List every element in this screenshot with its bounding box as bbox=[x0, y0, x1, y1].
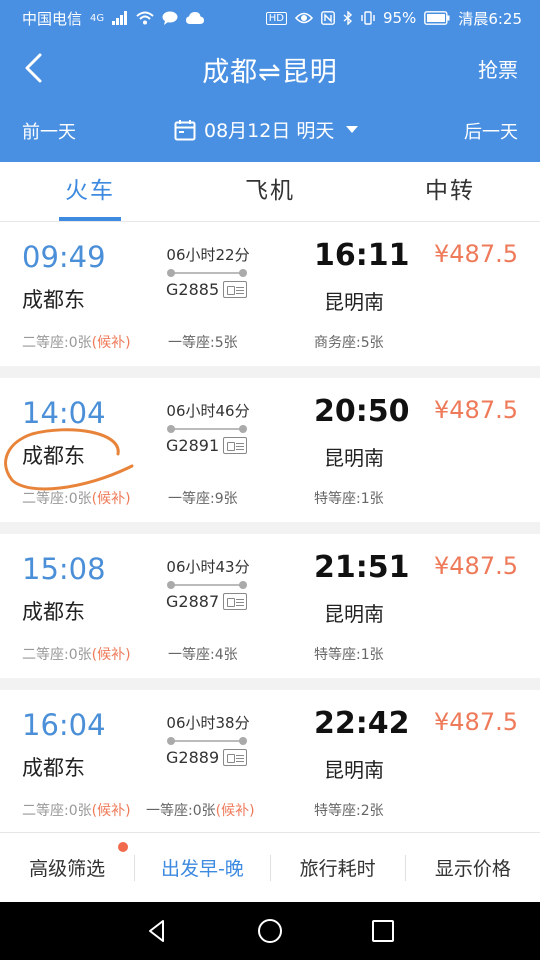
ticket-price: ¥487.5 bbox=[434, 240, 518, 268]
seat-second-class: 二等座:0张(候补) bbox=[22, 491, 131, 507]
id-card-icon bbox=[223, 593, 248, 610]
arrival-time: 20:50 bbox=[314, 394, 410, 429]
page-title: 成都⇌昆明 bbox=[202, 57, 338, 88]
seat-premium-class: 特等座:1张 bbox=[314, 647, 384, 663]
id-card-icon bbox=[223, 281, 248, 298]
seat-first-class: 一等座:5张 bbox=[168, 335, 238, 351]
seat-first-class: 一等座:0张(候补) bbox=[146, 803, 255, 819]
train-number: G2891 bbox=[166, 436, 248, 455]
id-card-icon bbox=[223, 437, 248, 454]
departure-station: 成都东 bbox=[22, 600, 85, 624]
train-card[interactable]: 16:04 成都东 06小时38分 G2889 22:42 昆明南 ¥487.5… bbox=[0, 690, 540, 834]
travel-duration: 06小时43分 bbox=[166, 558, 250, 576]
departure-station: 成都东 bbox=[22, 444, 85, 468]
signal-icon bbox=[112, 11, 128, 25]
ticket-price: ¥487.5 bbox=[434, 552, 518, 580]
seat-second-class: 二等座:0张(候补) bbox=[22, 803, 131, 819]
cloud-icon bbox=[186, 12, 205, 24]
train-number: G2889 bbox=[166, 748, 248, 767]
advanced-filter-button[interactable]: 高级筛选 bbox=[0, 842, 134, 881]
sort-departure-button[interactable]: 出发早-晚 bbox=[135, 854, 269, 881]
header: 成都⇌昆明 抢票 前一天 08月12日 明天 后一天 bbox=[0, 36, 540, 162]
departure-time: 16:04 bbox=[22, 708, 106, 742]
battery-percent: 95% bbox=[382, 9, 417, 27]
train-card[interactable]: 15:08 成都东 06小时43分 G2887 21:51 昆明南 ¥487.5… bbox=[0, 534, 540, 678]
seat-premium-class: 特等座:2张 bbox=[314, 803, 384, 819]
train-number: G2885 bbox=[166, 280, 248, 299]
arrival-time: 16:11 bbox=[314, 238, 410, 273]
hd-icon: HD bbox=[265, 11, 287, 25]
show-price-button[interactable]: 显示价格 bbox=[406, 854, 540, 881]
travel-duration: 06小时38分 bbox=[166, 714, 250, 732]
train-card[interactable]: 14:04 成都东 06小时46分 G2891 20:50 昆明南 ¥487.5… bbox=[0, 378, 540, 522]
network-type: 4G bbox=[90, 12, 105, 24]
route-line bbox=[167, 736, 247, 746]
status-bar: 中国电信 4G HD 95% 清晨6:25 bbox=[0, 0, 540, 36]
ticket-price: ¥487.5 bbox=[434, 708, 518, 736]
seat-premium-class: 特等座:1张 bbox=[314, 491, 384, 507]
seat-business-class: 商务座:5张 bbox=[314, 335, 384, 351]
carrier-name: 中国电信 bbox=[22, 9, 83, 28]
departure-station: 成都东 bbox=[22, 288, 85, 312]
train-card[interactable]: 09:49 成都东 06小时22分 G2885 16:11 昆明南 ¥487.5… bbox=[0, 222, 540, 366]
route-line bbox=[167, 268, 247, 278]
tab-train[interactable]: 火车 bbox=[0, 162, 180, 221]
seat-second-class: 二等座:0张(候补) bbox=[22, 647, 131, 663]
departure-station: 成都东 bbox=[22, 756, 85, 780]
calendar-icon bbox=[174, 119, 196, 140]
tab-transfer[interactable]: 中转 bbox=[360, 162, 540, 221]
seat-second-class: 二等座:0张(候补) bbox=[22, 335, 131, 351]
eye-icon bbox=[294, 12, 313, 24]
route-line bbox=[167, 424, 247, 434]
arrival-station: 昆明南 bbox=[324, 602, 384, 626]
tab-flight[interactable]: 飞机 bbox=[180, 162, 360, 221]
bluetooth-icon bbox=[343, 11, 352, 25]
nfc-icon bbox=[321, 11, 335, 25]
wifi-icon bbox=[136, 11, 154, 25]
transport-tabs: 火车 飞机 中转 bbox=[0, 162, 540, 222]
date-selector[interactable]: 08月12日 明天 bbox=[174, 116, 359, 143]
arrival-station: 昆明南 bbox=[324, 290, 384, 314]
travel-duration: 06小时22分 bbox=[166, 246, 250, 264]
ticket-price: ¥487.5 bbox=[434, 396, 518, 424]
vibrate-icon bbox=[361, 11, 375, 25]
travel-duration: 06小时46分 bbox=[166, 402, 250, 420]
departure-time: 14:04 bbox=[22, 396, 106, 430]
arrival-station: 昆明南 bbox=[324, 446, 384, 470]
system-nav-bar bbox=[0, 902, 540, 960]
seat-first-class: 一等座:4张 bbox=[168, 647, 238, 663]
next-day-button[interactable]: 后一天 bbox=[464, 118, 518, 144]
train-number-text: G2885 bbox=[166, 280, 220, 299]
home-circle-icon[interactable] bbox=[256, 917, 284, 945]
back-triangle-icon[interactable] bbox=[143, 917, 171, 945]
notification-dot bbox=[118, 842, 129, 852]
status-time: 清晨6:25 bbox=[458, 9, 522, 28]
train-number-text: G2887 bbox=[166, 592, 220, 611]
arrival-station: 昆明南 bbox=[324, 758, 384, 782]
arrival-time: 22:42 bbox=[314, 706, 410, 741]
departure-time: 15:08 bbox=[22, 552, 106, 586]
recents-square-icon[interactable] bbox=[369, 917, 397, 945]
train-number: G2887 bbox=[166, 592, 248, 611]
arrival-time: 21:51 bbox=[314, 550, 410, 585]
prev-day-button[interactable]: 前一天 bbox=[22, 118, 76, 144]
caret-down-icon bbox=[346, 126, 359, 133]
grab-ticket-button[interactable]: 抢票 bbox=[478, 54, 518, 83]
battery-icon bbox=[424, 11, 450, 25]
seat-first-class: 一等座:9张 bbox=[168, 491, 238, 507]
filter-bar: 高级筛选 出发早-晚 旅行耗时 显示价格 bbox=[0, 832, 540, 902]
id-card-icon bbox=[223, 749, 248, 766]
train-number-text: G2889 bbox=[166, 748, 220, 767]
train-number-text: G2891 bbox=[166, 436, 220, 455]
sort-duration-button[interactable]: 旅行耗时 bbox=[271, 854, 405, 881]
departure-time: 09:49 bbox=[22, 240, 106, 274]
message-icon bbox=[162, 11, 178, 25]
route-line bbox=[167, 580, 247, 590]
date-label: 08月12日 明天 bbox=[204, 120, 335, 142]
